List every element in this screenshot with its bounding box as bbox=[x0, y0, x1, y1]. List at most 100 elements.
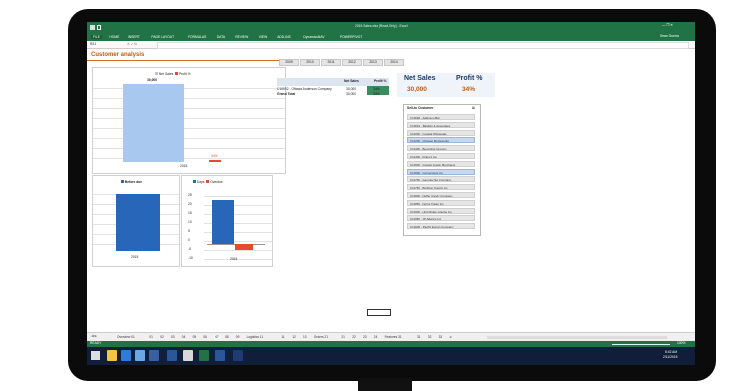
sheet-tab[interactable]: Features 31 bbox=[385, 335, 402, 339]
ribbon-tab-page-layout[interactable]: PAGE LAYOUT bbox=[151, 35, 174, 39]
customer-slicer-item[interactable]: C11300 - Beveridge Grocery bbox=[407, 145, 475, 152]
days-bar[interactable] bbox=[212, 200, 234, 244]
clear-filter-icon[interactable]: ⊠ bbox=[472, 106, 475, 110]
sheet-tab[interactable]: 23 bbox=[363, 335, 367, 339]
sheet-tab[interactable]: Overview 01 bbox=[117, 335, 135, 339]
ribbon-tab-dynamicsnav[interactable]: DynamicsNAV bbox=[303, 35, 324, 39]
year-slicer-item[interactable]: 2009 bbox=[279, 59, 299, 66]
year-slicer-item[interactable]: 2013 bbox=[363, 59, 383, 66]
pivot-row-profit[interactable]: 34% bbox=[373, 87, 380, 91]
year-slicer-item[interactable]: 2010 bbox=[300, 59, 320, 66]
formula-input[interactable] bbox=[157, 42, 689, 49]
ribbon-tab-file[interactable]: FILE bbox=[91, 35, 102, 39]
excel-taskbar-icon[interactable] bbox=[199, 350, 209, 361]
add-sheet-icon[interactable]: ⊕ bbox=[449, 335, 452, 339]
user-name[interactable]: Sean Guerra bbox=[660, 34, 679, 38]
sheet-tab[interactable]: 06 bbox=[203, 335, 207, 339]
year-slicer-item[interactable]: 2011 bbox=[321, 59, 341, 66]
sheet-tab[interactable]: 12 bbox=[292, 335, 296, 339]
horizontal-scrollbar[interactable] bbox=[487, 336, 667, 339]
customer-slicer-item[interactable]: C11900 - High Ridge Granite Co bbox=[407, 207, 475, 214]
pivot-row-label[interactable]: Grand Total bbox=[277, 92, 295, 96]
chart3-tick-label: 25 bbox=[188, 193, 192, 197]
sheet-tab[interactable]: 07 bbox=[214, 335, 220, 339]
sheet-tab[interactable]: 01 bbox=[149, 335, 153, 339]
sheet-tab[interactable]: 24 bbox=[374, 335, 378, 339]
overdue-chart[interactable]: Days Overdue 25 20 15 10 5 0 -5 -10 2015 bbox=[181, 175, 273, 267]
sheet-tab[interactable]: 33 bbox=[439, 335, 443, 339]
customer-slicer-item[interactable]: C10000 - Adkinson Bar bbox=[407, 114, 475, 120]
ribbon-tab-insert[interactable]: INSERT bbox=[128, 35, 140, 39]
pivot-row-net-sales[interactable]: 30,000 bbox=[346, 92, 356, 96]
customer-slicer-item[interactable]: C12000 - Pacific Export Company bbox=[407, 223, 475, 230]
sheet-tab[interactable]: 32 bbox=[428, 335, 432, 339]
sheet-tab[interactable]: 04 bbox=[182, 335, 186, 339]
chrome-icon[interactable] bbox=[183, 350, 193, 361]
app-icon[interactable] bbox=[233, 350, 243, 361]
sheet-tab[interactable]: 02 bbox=[160, 335, 164, 339]
customer-slicer-item[interactable]: C11800 - Nuffer Candy Company bbox=[407, 192, 475, 198]
customer-slicer-item[interactable]: C11750 - Brighton Supply Co bbox=[407, 184, 475, 191]
chart3-tick-label: 15 bbox=[188, 211, 192, 215]
word-icon[interactable] bbox=[167, 350, 177, 361]
sheet-tab[interactable]: 08 bbox=[225, 335, 229, 339]
legend-swatch-profit bbox=[175, 72, 179, 75]
overdue-bar[interactable] bbox=[235, 244, 253, 250]
pivot-row-net-sales[interactable]: 30,000 bbox=[346, 87, 356, 91]
ribbon-tab-formulas[interactable]: FORMULAS bbox=[188, 35, 206, 39]
save-icon[interactable] bbox=[97, 25, 101, 30]
customer-slicer-item[interactable]: C11850 - Norris Trailer Inc bbox=[407, 199, 475, 206]
zoom-slider[interactable] bbox=[612, 344, 670, 345]
before-due-chart[interactable]: Before due 2015 bbox=[92, 175, 180, 267]
profit-bar[interactable] bbox=[209, 160, 221, 162]
ribbon-tab-view[interactable]: VIEW bbox=[259, 35, 267, 39]
ribbon-tab-add-ins[interactable]: ADD-INS bbox=[277, 35, 291, 39]
ribbon-tab-home[interactable]: HOME bbox=[109, 35, 119, 39]
before-due-bar[interactable] bbox=[116, 194, 160, 251]
legend-before-due: Before due bbox=[124, 180, 143, 184]
sheet-tab[interactable]: 31 bbox=[417, 335, 421, 339]
sheet-tab[interactable]: 21 bbox=[341, 335, 345, 339]
sheet-tab[interactable]: Logistics 11 bbox=[247, 335, 264, 339]
nav-icon[interactable] bbox=[149, 350, 159, 361]
ribbon-tab-review[interactable]: REVIEW bbox=[235, 35, 248, 39]
chart1-legend: Net Sales Profit % bbox=[155, 72, 191, 76]
excel-icon[interactable] bbox=[90, 25, 95, 30]
customer-slicer-item[interactable]: C11000 - Coastal Wholesale bbox=[407, 129, 475, 136]
store-icon[interactable] bbox=[135, 350, 145, 361]
sheet-tab[interactable]: 22 bbox=[352, 335, 356, 339]
customer-slicer-item[interactable]: C11700 - Georgia Nut Company bbox=[407, 176, 475, 183]
sheet-tab[interactable]: 13 bbox=[303, 335, 307, 339]
customer-slicer-item[interactable]: C11950 - JP Alliance Inc bbox=[407, 215, 475, 222]
customer-slicer-item[interactable]: C11400 - Finley's Inc bbox=[407, 153, 475, 159]
customer-slicer-item[interactable]: C11500 - Greater Austin Merchants bbox=[407, 160, 475, 167]
sheet-tab[interactable]: 03 bbox=[171, 335, 175, 339]
outlook-icon[interactable] bbox=[215, 350, 225, 361]
sheet-tab[interactable]: 09 bbox=[236, 335, 240, 339]
name-box[interactable]: R21 bbox=[90, 42, 96, 46]
sheet-tab[interactable]: 05 bbox=[193, 335, 197, 339]
customer-slicer-item[interactable]: C10010 - Baldwin & Associates bbox=[407, 121, 475, 128]
browser-icon[interactable] bbox=[121, 350, 131, 361]
selected-cell[interactable] bbox=[367, 309, 391, 316]
file-explorer-icon[interactable] bbox=[107, 350, 117, 361]
ribbon-tab-data[interactable]: DATA bbox=[217, 35, 225, 39]
customer-slicer-item[interactable]: C11600 - Cornerstone Co bbox=[407, 168, 475, 175]
year-slicer-item[interactable]: 2014 bbox=[384, 59, 404, 66]
fx-icon[interactable]: ✕ ✓ fx bbox=[127, 42, 137, 46]
zoom-level[interactable]: 100% bbox=[677, 341, 685, 345]
window-controls[interactable]: — ❐ ✕ bbox=[662, 23, 673, 27]
ribbon-tab-powerpivot[interactable]: POWERPIVOT bbox=[340, 35, 362, 39]
sheet-tab[interactable]: Orders 21 bbox=[314, 335, 328, 339]
sheet-tab[interactable]: 11 bbox=[281, 335, 284, 339]
net-sales-bar[interactable] bbox=[123, 84, 184, 162]
year-slicer-item[interactable]: 2012 bbox=[342, 59, 362, 66]
tab-nav-arrows[interactable]: ◀ ▶ bbox=[91, 334, 97, 338]
net-sales-chart[interactable]: Net Sales Profit % 30,000 34% 2015 bbox=[92, 67, 286, 174]
chart3-legend: Days Overdue bbox=[193, 180, 223, 184]
pivot-row-profit[interactable]: 34% bbox=[373, 92, 380, 96]
customer-slicer[interactable]: Sell-to Customer ⊠ C10000 - Adkinson Bar… bbox=[403, 104, 481, 236]
customer-slicer-item[interactable]: C11200 - Chicago Motorworks bbox=[407, 137, 475, 144]
start-button-icon[interactable] bbox=[91, 351, 100, 360]
pivot-row-label[interactable]: C10002 - Ottawa Anderson Company bbox=[277, 87, 332, 91]
